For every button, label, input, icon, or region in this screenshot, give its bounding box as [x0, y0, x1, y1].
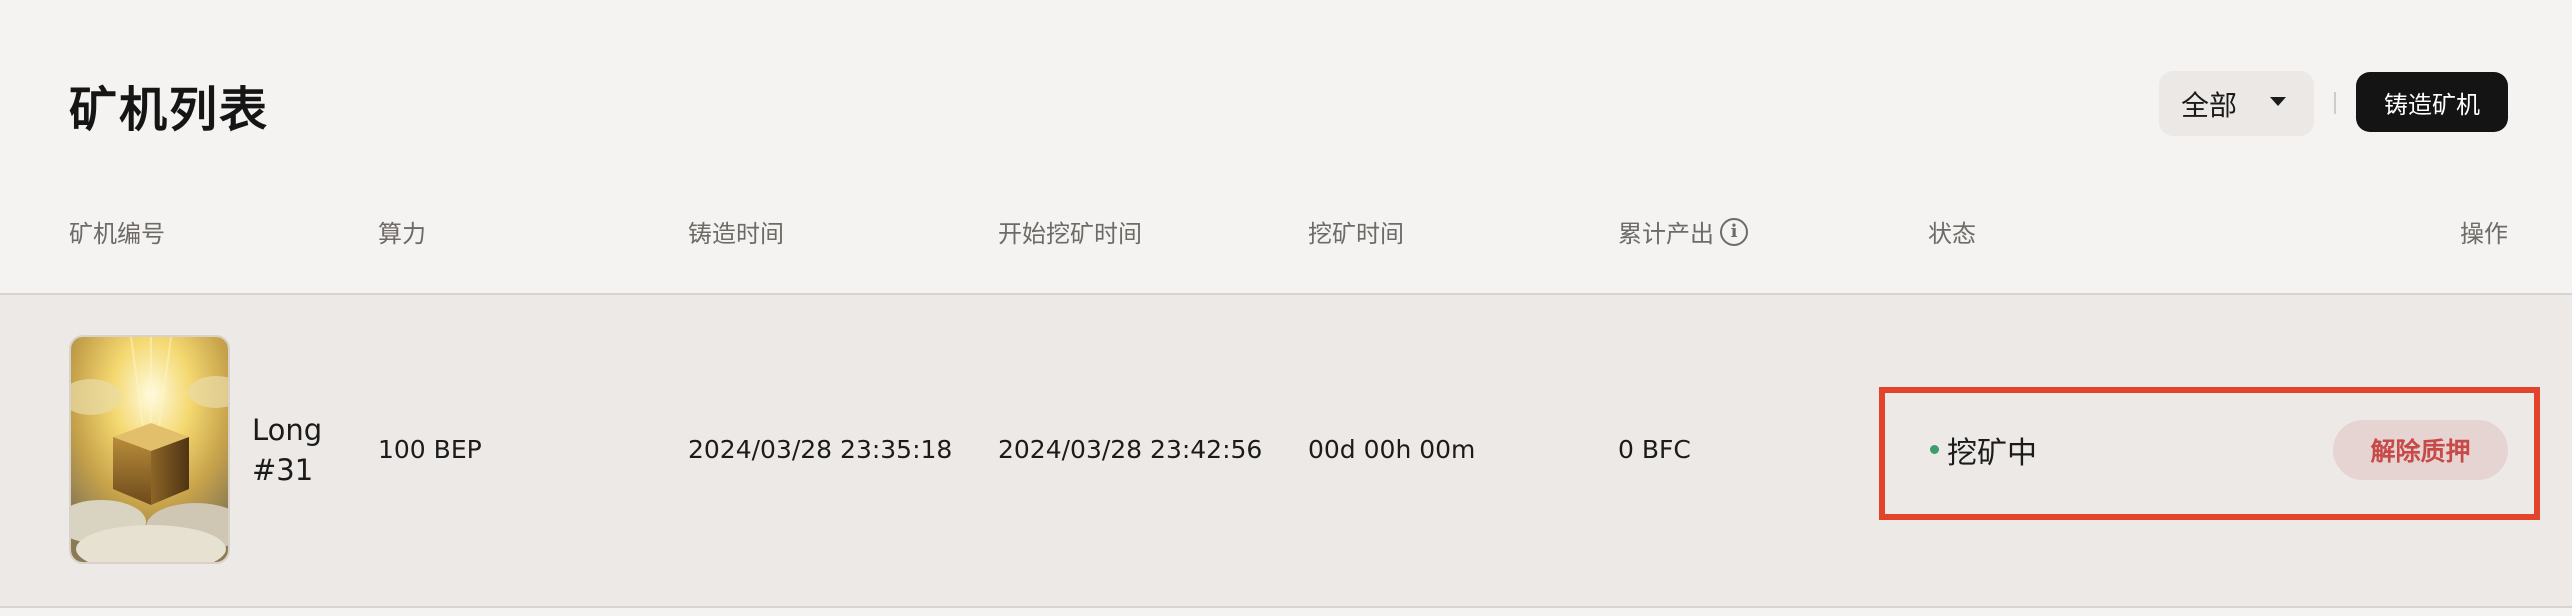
miner-thumbnail	[69, 335, 230, 564]
info-circle-icon[interactable]: i	[1720, 217, 1748, 246]
mining-started-at-value: 2024/03/28 23:42:56	[998, 435, 1263, 464]
mining-time-value: 00d 00h 00m	[1308, 435, 1476, 464]
column-header-minted-at: 铸造时间	[688, 220, 784, 248]
status-filter-select[interactable]: 全部	[2159, 71, 2314, 136]
minted-at-value: 2024/03/28 23:35:18	[688, 435, 953, 464]
status-dot-icon	[1930, 445, 1939, 454]
hashrate-value: 100 BEP	[378, 435, 482, 464]
column-header-id: 矿机编号	[69, 220, 165, 248]
header-divider	[2334, 92, 2336, 114]
column-header-mining-time: 挖矿时间	[1308, 220, 1404, 248]
total-output-value: 0 BFC	[1618, 435, 1691, 464]
miner-name-line2: #31	[252, 453, 314, 487]
miner-name: Long #31	[252, 410, 322, 490]
column-header-status: 状态	[1928, 220, 1976, 248]
unstake-button[interactable]: 解除质押	[2333, 420, 2508, 480]
caret-down-icon	[2270, 97, 2286, 106]
column-header-total-output: 累计产出 i	[1618, 214, 1748, 249]
mint-miner-button[interactable]: 铸造矿机	[2356, 72, 2508, 132]
filter-selected-value: 全部	[2181, 88, 2238, 122]
column-header-hashrate: 算力	[378, 220, 426, 248]
row-divider-line	[0, 606, 2572, 608]
page-title: 矿机列表	[69, 82, 270, 138]
column-header-mining-started-at: 开始挖矿时间	[998, 220, 1142, 248]
column-header-actions: 操作	[2460, 220, 2508, 248]
miner-name-line1: Long	[252, 413, 323, 447]
miner-list-page: 矿机列表 全部 铸造矿机 矿机编号 算力 铸造时间 开始挖矿时间 挖矿时间 累计…	[0, 0, 2572, 616]
column-header-total-output-label: 累计产出	[1618, 220, 1714, 248]
table-row: Long #31 100 BEP 2024/03/28 23:35:18 202…	[0, 295, 2572, 606]
table-header: 矿机编号 算力 铸造时间 开始挖矿时间 挖矿时间 累计产出 i 状态 操作	[0, 214, 2572, 254]
status-value: 挖矿中	[1947, 436, 2037, 471]
